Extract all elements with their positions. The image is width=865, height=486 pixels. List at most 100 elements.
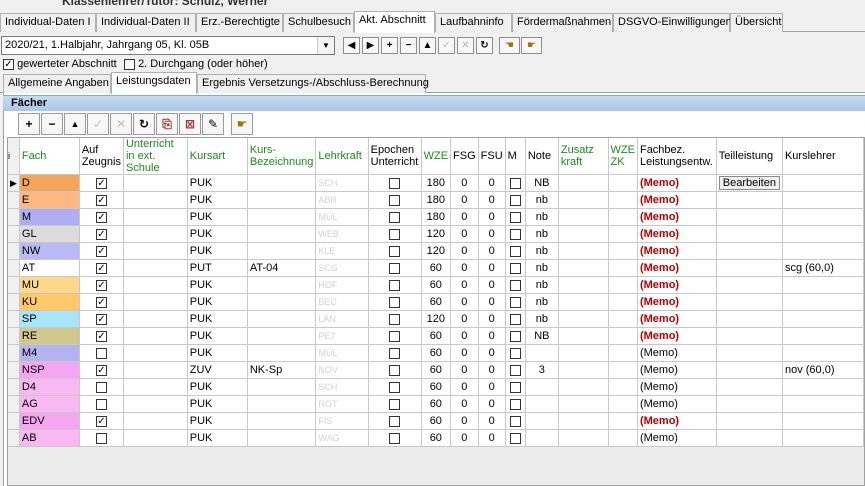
cell-epochen[interactable] [368,378,422,396]
cell-m[interactable] [505,259,526,277]
col-fsu[interactable]: FSU [478,138,506,175]
cell-fsu[interactable]: 0 [478,293,506,311]
cell-kursbez[interactable] [247,293,317,311]
row-indicator[interactable] [8,259,20,277]
cell-zeugnis[interactable]: ✓ [79,310,124,328]
cell-wzezk[interactable] [608,344,638,362]
cell-fach[interactable]: M [19,208,80,226]
cell-m[interactable] [505,412,526,430]
cell-teil[interactable]: Bearbeiten [716,174,783,192]
cell-fsu[interactable]: 0 [478,327,506,345]
cell-fsg[interactable]: 0 [450,191,479,209]
cell-kursbez[interactable] [247,327,317,345]
chevron-down-icon[interactable]: ▼ [317,37,334,54]
cell-lehrkraft[interactable]: LAN [315,310,369,328]
row-indicator[interactable] [8,378,20,396]
col-wze[interactable]: WZE [421,138,452,175]
cell-kursart[interactable]: PUK [187,242,248,260]
main-tab-8[interactable]: Übersicht [730,13,783,32]
row-indicator[interactable] [8,242,20,260]
cell-note[interactable]: nb [525,242,559,260]
col-kursbez[interactable]: Kurs-Bezeichnung [247,138,317,175]
cell-fachbez-memo[interactable]: (Memo) [637,412,717,430]
row-indicator[interactable] [8,276,20,294]
cell-kurslehrer[interactable] [782,378,864,396]
cell-wze[interactable]: 180 [421,174,452,192]
cell-fsg[interactable]: 0 [450,378,479,396]
delete-record-button[interactable]: − [400,37,417,54]
row-indicator[interactable] [8,344,20,362]
cell-extern[interactable] [123,225,188,243]
cell-kursbez[interactable] [247,208,317,226]
cell-lehrkraft[interactable]: BEC [315,293,369,311]
cell-kursbez[interactable] [247,276,317,294]
cell-zeugnis[interactable] [79,395,124,413]
cell-wze[interactable]: 60 [421,327,452,345]
sub-tab-0[interactable]: Allgemeine Angaben [3,74,111,93]
cell-zeugnis[interactable]: ✓ [79,276,124,294]
cell-note[interactable]: nb [525,208,559,226]
cell-fachbez-memo[interactable]: (Memo) [637,208,717,226]
cell-teil[interactable] [716,191,783,209]
cell-lehrkraft[interactable]: PET [315,327,369,345]
cell-zusatz[interactable] [558,276,609,294]
table-row[interactable]: NSP ✓ ZUV NK-Sp NOV 60 0 0 3 (Memo) nov (60,0) [8,361,864,379]
cell-kursart[interactable]: PUK [187,174,248,192]
cell-extern[interactable] [123,293,188,311]
cell-fachbez-memo[interactable]: (Memo) [637,174,717,192]
table-row[interactable]: EDV ✓ PUK FIS 60 0 0 (Memo) [8,412,864,430]
cell-fsg[interactable]: 0 [450,242,479,260]
cell-fsu[interactable]: 0 [478,412,506,430]
cell-extern[interactable] [123,174,188,192]
cell-note[interactable] [525,429,559,447]
cell-fsg[interactable]: 0 [450,412,479,430]
cell-note[interactable] [525,412,559,430]
cell-fachbez-memo[interactable]: (Memo) [637,327,717,345]
cell-wzezk[interactable] [608,242,638,260]
cell-note[interactable]: nb [525,293,559,311]
section-select[interactable]: 2020/21, 1.Halbjahr, Jahrgang 05, Kl. 05… [1,36,335,55]
main-tab-6[interactable]: Fördermaßnahmen [512,13,613,32]
cell-wzezk[interactable] [608,361,638,379]
cell-fsg[interactable]: 0 [450,259,479,277]
cell-extern[interactable] [123,429,188,447]
cell-wze[interactable]: 120 [421,310,452,328]
cell-fsu[interactable]: 0 [478,259,506,277]
cell-zeugnis[interactable]: ✓ [79,361,124,379]
cell-fsg[interactable]: 0 [450,361,479,379]
cell-kursart[interactable]: PUK [187,429,248,447]
refresh-subjects-icon[interactable]: ↻ [133,113,155,135]
cell-kursart[interactable]: PUK [187,395,248,413]
post-record-button[interactable]: ✓ [438,37,455,54]
cell-fsu[interactable]: 0 [478,225,506,243]
cell-fachbez-memo[interactable]: (Memo) [637,429,717,447]
cell-lehrkraft[interactable]: SCG [315,259,369,277]
main-tab-4[interactable]: Akt. Abschnitt [354,11,435,33]
cell-zeugnis[interactable]: ✓ [79,327,124,345]
cell-wze[interactable]: 120 [421,225,452,243]
table-row[interactable]: E ✓ PUK ABR 180 0 0 nb (Memo) [8,191,864,209]
main-tab-1[interactable]: Individual-Daten II [96,13,196,32]
cell-kurslehrer[interactable] [782,412,864,430]
sub-tab-1[interactable]: Leistungsdaten [111,72,197,94]
batch-edit-icon[interactable]: ✎ [202,113,224,135]
cell-kurslehrer[interactable] [782,344,864,362]
cell-note[interactable]: nb [525,259,559,277]
cell-note[interactable]: nb [525,225,559,243]
cell-kurslehrer[interactable] [782,293,864,311]
cell-wzezk[interactable] [608,378,638,396]
table-row[interactable]: AG PUK ROT 60 0 0 (Memo) [8,395,864,413]
table-row[interactable]: NW ✓ PUK KLE 120 0 0 nb (Memo) [8,242,864,260]
cell-epochen[interactable] [368,276,422,294]
cell-fach[interactable]: AB [19,429,80,447]
cell-fach[interactable]: NSP [19,361,80,379]
cell-m[interactable] [505,191,526,209]
cell-fachbez-memo[interactable]: (Memo) [637,378,717,396]
cell-lehrkraft[interactable]: SCH [315,174,369,192]
cell-extern[interactable] [123,395,188,413]
table-row[interactable]: RE ✓ PUK PET 60 0 0 NB (Memo) [8,327,864,345]
cell-wze[interactable]: 60 [421,412,452,430]
first-record-button[interactable]: ◀ [343,37,360,54]
col-fachbez[interactable]: Fachbez. Leistungsentw. [637,138,717,175]
cell-extern[interactable] [123,242,188,260]
